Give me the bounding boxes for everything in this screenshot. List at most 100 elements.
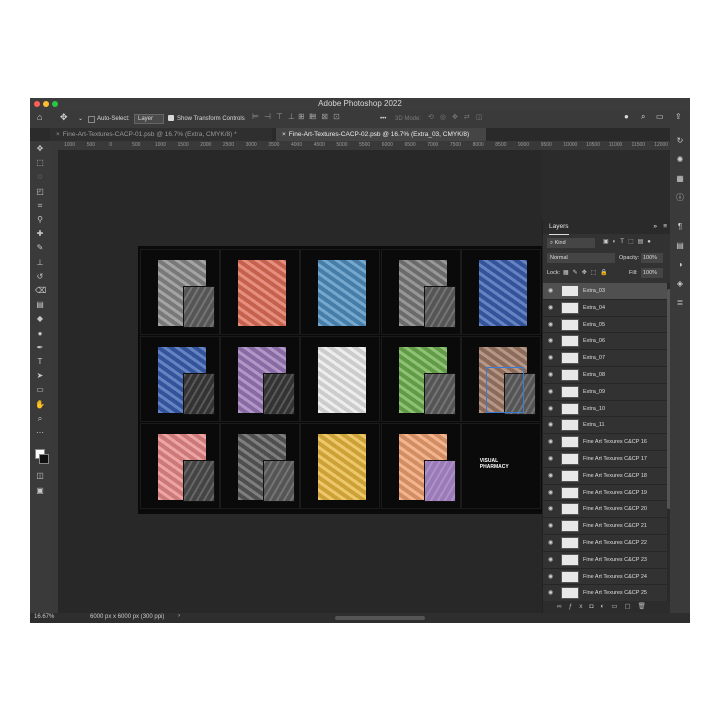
- texture-cell[interactable]: [300, 423, 381, 509]
- eye-icon[interactable]: ◉: [548, 473, 554, 479]
- eye-icon[interactable]: ◉: [548, 439, 554, 445]
- collapse-icon[interactable]: »: [653, 223, 657, 230]
- eye-icon[interactable]: ◉: [548, 305, 554, 311]
- eye-icon[interactable]: ◉: [548, 540, 554, 546]
- type-tool-icon[interactable]: T: [35, 357, 45, 367]
- move-tool-icon[interactable]: ✥: [35, 144, 45, 154]
- layer-row[interactable]: ◉ Fine Art Texures C&CP 21: [543, 518, 667, 535]
- eye-icon[interactable]: ◉: [548, 490, 554, 496]
- screen-mode-icon[interactable]: ▣: [35, 486, 45, 496]
- lasso-tool-icon[interactable]: ◌: [35, 172, 45, 182]
- chevron-right-icon[interactable]: ›: [178, 613, 180, 619]
- eye-icon[interactable]: ◉: [548, 456, 554, 462]
- user-icon[interactable]: ●: [624, 113, 629, 121]
- shape-tool-icon[interactable]: ▭: [35, 385, 45, 395]
- eye-icon[interactable]: ◉: [548, 523, 554, 529]
- zoom-level[interactable]: 16.67%: [34, 614, 54, 620]
- layer-row[interactable]: ◉ Extra_05: [543, 317, 667, 334]
- background-color-swatch[interactable]: [39, 454, 49, 464]
- transform-controls-checkbox[interactable]: [168, 115, 174, 121]
- layer-row[interactable]: ◉ Extra_11: [543, 417, 667, 435]
- eye-icon[interactable]: ◉: [548, 574, 554, 580]
- panel-menu-icon[interactable]: ≡: [663, 223, 667, 230]
- workspace-icon[interactable]: ▭: [656, 113, 664, 121]
- texture-cell[interactable]: [380, 249, 461, 335]
- layer-row[interactable]: ◉ Fine Art Texures C&CP 20: [543, 501, 667, 519]
- object-select-tool-icon[interactable]: ◰: [35, 187, 45, 197]
- eye-icon[interactable]: ◉: [548, 372, 554, 378]
- layer-row[interactable]: ◉ Fine Art Texures C&CP 22: [543, 535, 667, 552]
- eye-icon[interactable]: ◉: [548, 406, 554, 412]
- layer-row[interactable]: ◉ Fine Art Texures C&CP 24: [543, 569, 667, 586]
- eye-icon[interactable]: ◉: [548, 389, 554, 395]
- texture-artboard[interactable]: VISUAL PHARMACY: [138, 246, 542, 514]
- layer-select[interactable]: Layer: [134, 114, 165, 124]
- brush-tool-icon[interactable]: ✎: [35, 243, 45, 253]
- texture-cell[interactable]: [300, 336, 381, 422]
- layer-row[interactable]: ◉ Fine Art Texures C&CP 25: [543, 585, 667, 601]
- eye-icon[interactable]: ◉: [548, 506, 554, 512]
- healing-tool-icon[interactable]: ✚: [35, 229, 45, 239]
- layer-row[interactable]: ◉ Extra_06: [543, 333, 667, 351]
- texture-cell[interactable]: [380, 336, 461, 422]
- close-window-button[interactable]: [34, 101, 40, 107]
- filter-icons[interactable]: ▣◐T⬚▤●: [603, 238, 655, 245]
- horizontal-scrollbar[interactable]: [335, 616, 425, 620]
- eye-icon[interactable]: ◉: [548, 322, 554, 328]
- 3d-icons[interactable]: ⟲◎✥⇄◫: [428, 114, 488, 122]
- chevron-down-icon[interactable]: ⌄: [78, 115, 83, 123]
- close-icon[interactable]: ×: [50, 131, 63, 138]
- fill-input[interactable]: 100%: [641, 268, 663, 278]
- move-tool-icon[interactable]: ✥: [60, 113, 68, 122]
- layers-footer-icons[interactable]: ∞ƒx◘◐▭▢🗑: [543, 601, 671, 613]
- pen-tool-icon[interactable]: ✒: [35, 343, 45, 353]
- tab-document-2[interactable]: × Fine-Art-Textures-CACP-02.psb @ 16.7% (…: [276, 128, 486, 141]
- texture-cell[interactable]: [300, 249, 381, 335]
- brush-settings-icon[interactable]: ✺: [675, 155, 685, 165]
- layer-row[interactable]: ◉ Fine Art Texures C&CP 16: [543, 434, 667, 451]
- crop-tool-icon[interactable]: ⌗: [35, 201, 45, 211]
- texture-cell[interactable]: [460, 249, 541, 335]
- eye-icon[interactable]: ◉: [548, 590, 554, 596]
- eye-icon[interactable]: ◉: [548, 355, 554, 361]
- layer-row[interactable]: ◉ Fine Art Texures C&CP 18: [543, 468, 667, 485]
- blur-tool-icon[interactable]: ◆: [35, 314, 45, 324]
- eye-icon[interactable]: ◉: [548, 557, 554, 563]
- lock-icons[interactable]: ▦✎✥⬚🔒: [563, 268, 612, 278]
- paragraph-icon[interactable]: ¶: [675, 222, 685, 232]
- info-icon[interactable]: ⓘ: [675, 193, 685, 203]
- texture-cell[interactable]: [460, 336, 541, 422]
- texture-cell[interactable]: [220, 249, 301, 335]
- color-icon[interactable]: ◑: [675, 260, 685, 270]
- layers-panel-icon[interactable]: ◈: [675, 279, 685, 289]
- layer-row[interactable]: ◉ Extra_04: [543, 300, 667, 317]
- quick-mask-icon[interactable]: ◫: [35, 471, 45, 481]
- home-icon[interactable]: ⌂: [37, 113, 42, 122]
- more-tools-icon[interactable]: ⋯: [35, 428, 45, 438]
- layer-row[interactable]: ◉ Extra_03: [543, 283, 667, 300]
- more-options-icon[interactable]: •••: [380, 115, 386, 123]
- texture-cell[interactable]: [380, 423, 461, 509]
- libraries-icon[interactable]: ▤: [675, 241, 685, 251]
- eye-icon[interactable]: ◉: [548, 338, 554, 344]
- canvas-area[interactable]: VISUAL PHARMACY: [58, 150, 542, 613]
- gradient-tool-icon[interactable]: ▤: [35, 300, 45, 310]
- eye-icon[interactable]: ◉: [548, 422, 554, 428]
- texture-cell[interactable]: [220, 336, 301, 422]
- texture-cell[interactable]: [140, 423, 220, 509]
- zoom-tool-icon[interactable]: ⌕: [35, 414, 45, 424]
- layer-row[interactable]: ◉ Extra_07: [543, 350, 667, 367]
- dodge-tool-icon[interactable]: ●: [35, 329, 45, 339]
- eyedropper-tool-icon[interactable]: ⚲: [35, 215, 45, 225]
- layer-row[interactable]: ◉ Fine Art Texures C&CP 17: [543, 451, 667, 468]
- marquee-tool-icon[interactable]: ⬚: [35, 158, 45, 168]
- blend-mode-select[interactable]: Normal: [547, 253, 615, 263]
- history-panel-icon[interactable]: ↻: [675, 136, 685, 146]
- share-icon[interactable]: ⇪: [675, 113, 682, 121]
- stamp-tool-icon[interactable]: ⊥: [35, 258, 45, 268]
- layer-row[interactable]: ◉ Extra_08: [543, 367, 667, 384]
- path-select-tool-icon[interactable]: ➤: [35, 371, 45, 381]
- hand-tool-icon[interactable]: ✋: [35, 400, 45, 410]
- layer-row[interactable]: ◉ Extra_10: [543, 401, 667, 418]
- eye-icon[interactable]: ◉: [548, 288, 554, 294]
